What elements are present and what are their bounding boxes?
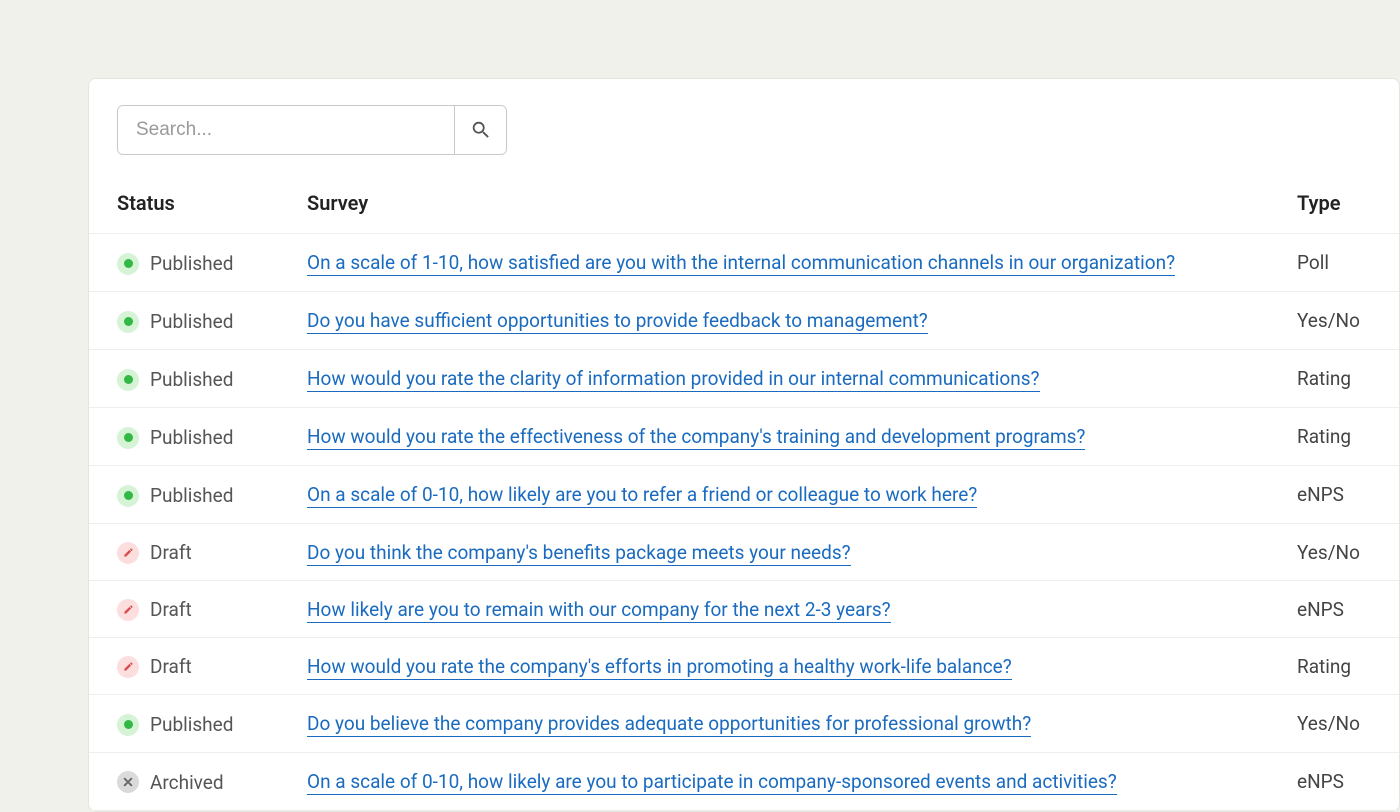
survey-link[interactable]: How likely are you to remain with our co… [307, 598, 891, 623]
survey-link[interactable]: How would you rate the effectiveness of … [307, 425, 1085, 450]
status-cell: Published [117, 484, 233, 507]
table-row: Published Do you have sufficient opportun… [89, 292, 1399, 350]
type-label: eNPS [1297, 598, 1344, 621]
col-header-status: Status [89, 173, 279, 234]
status-draft-icon [117, 656, 139, 678]
table-row: Archived On a scale of 0-10, how likely a… [89, 753, 1399, 811]
status-cell: Published [117, 713, 233, 736]
status-cell: Draft [117, 598, 192, 621]
status-cell: Archived [117, 771, 224, 794]
table-row: Published On a scale of 0-10, how likely … [89, 466, 1399, 524]
status-label: Draft [150, 541, 192, 564]
status-published-icon [117, 714, 139, 736]
status-label: Draft [150, 598, 192, 621]
status-draft-icon [117, 599, 139, 621]
table-row: Draft How would you rate the company's ef… [89, 638, 1399, 695]
surveys-table: Status Survey Type Published On a scale o… [89, 173, 1399, 811]
status-archived-icon [117, 771, 139, 793]
type-label: Rating [1297, 425, 1351, 448]
status-cell: Published [117, 252, 233, 275]
survey-link[interactable]: How would you rate the clarity of inform… [307, 367, 1040, 392]
surveys-card: Status Survey Type Published On a scale o… [88, 78, 1400, 812]
status-published-icon [117, 369, 139, 391]
status-cell: Draft [117, 655, 192, 678]
status-published-icon [117, 427, 139, 449]
search-button[interactable] [454, 106, 506, 154]
type-label: Poll [1297, 251, 1329, 274]
search-row [89, 79, 1399, 173]
search-icon [470, 119, 492, 141]
status-label: Published [150, 252, 233, 275]
type-label: Rating [1297, 655, 1351, 678]
type-label: Yes/No [1297, 309, 1360, 332]
survey-link[interactable]: Do you think the company's benefits pack… [307, 541, 851, 566]
table-row: Draft Do you think the company's benefits… [89, 524, 1399, 581]
status-cell: Published [117, 368, 233, 391]
status-draft-icon [117, 542, 139, 564]
survey-link[interactable]: On a scale of 0-10, how likely are you t… [307, 770, 1117, 795]
survey-link[interactable]: How would you rate the company's efforts… [307, 655, 1012, 680]
type-label: Yes/No [1297, 712, 1360, 735]
status-label: Archived [150, 771, 224, 794]
table-row: Published How would you rate the clarity … [89, 350, 1399, 408]
status-label: Draft [150, 655, 192, 678]
col-header-survey: Survey [279, 173, 1269, 234]
status-label: Published [150, 713, 233, 736]
status-cell: Published [117, 310, 233, 333]
table-row: Published Do you believe the company prov… [89, 695, 1399, 753]
survey-link[interactable]: Do you have sufficient opportunities to … [307, 309, 928, 334]
type-label: Yes/No [1297, 541, 1360, 564]
table-row: Draft How likely are you to remain with o… [89, 581, 1399, 638]
status-published-icon [117, 485, 139, 507]
status-published-icon [117, 253, 139, 275]
status-label: Published [150, 368, 233, 391]
status-label: Published [150, 484, 233, 507]
type-label: eNPS [1297, 483, 1344, 506]
search-group [117, 105, 507, 155]
col-header-type: Type [1269, 173, 1399, 234]
status-published-icon [117, 311, 139, 333]
type-label: eNPS [1297, 770, 1344, 793]
status-label: Published [150, 426, 233, 449]
status-label: Published [150, 310, 233, 333]
type-label: Rating [1297, 367, 1351, 390]
survey-link[interactable]: Do you believe the company provides adeq… [307, 712, 1031, 737]
search-input[interactable] [118, 106, 454, 154]
status-cell: Published [117, 426, 233, 449]
status-cell: Draft [117, 541, 192, 564]
survey-link[interactable]: On a scale of 1-10, how satisfied are yo… [307, 251, 1175, 276]
table-row: Published How would you rate the effectiv… [89, 408, 1399, 466]
table-row: Published On a scale of 1-10, how satisfi… [89, 234, 1399, 292]
survey-link[interactable]: On a scale of 0-10, how likely are you t… [307, 483, 977, 508]
